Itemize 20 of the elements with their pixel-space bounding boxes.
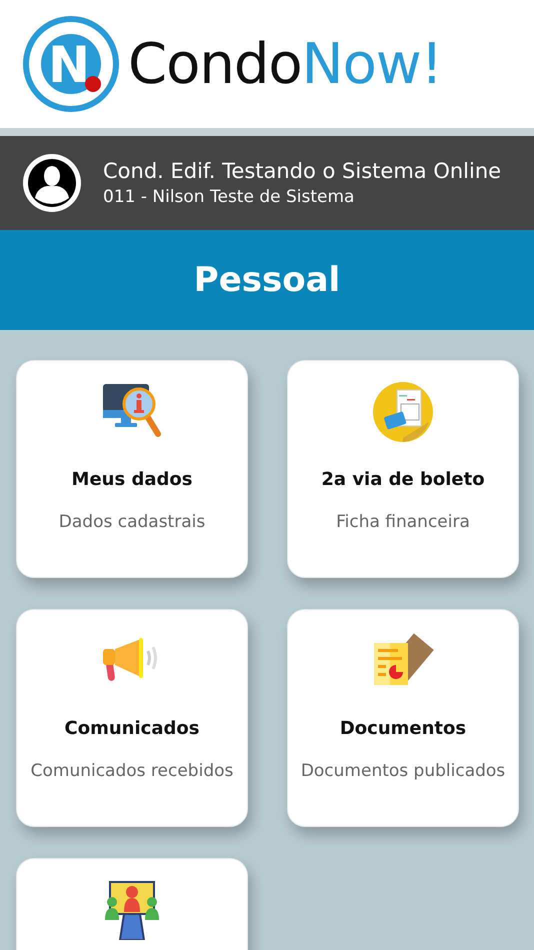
section-title: Pessoal	[194, 260, 340, 300]
menu-card[interactable]: Documentos Documentos publicados	[287, 609, 519, 827]
card-title: Comunicados	[64, 718, 200, 739]
menu-card[interactable]: Meus dados Dados cadastrais	[16, 360, 248, 578]
logo-wordmark: CondoNow!	[128, 32, 442, 96]
menu-card[interactable]: Comunicados Comunicados recebidos	[16, 609, 248, 827]
avatar-icon	[23, 154, 81, 212]
condominium-name: Cond. Edif. Testando o Sistema Online	[103, 159, 502, 183]
card-subtitle: Comunicados recebidos	[30, 760, 234, 783]
card-subtitle: Documentos publicados	[300, 760, 506, 783]
card-title: Meus dados	[72, 469, 192, 490]
logo-icon: N	[22, 15, 120, 113]
card-subtitle: Dados cadastrais	[58, 511, 206, 534]
invoice-card-icon	[373, 382, 433, 442]
menu-card[interactable]: 2a via de boleto Ficha financeira	[287, 360, 519, 578]
card-subtitle: Ficha financeira	[336, 511, 470, 534]
unit-name: 011 - Nilson Teste de Sistema	[103, 187, 356, 207]
meeting-icon	[102, 880, 162, 940]
card-title: 2a via de boleto	[321, 469, 485, 490]
card-title: Documentos	[340, 718, 466, 739]
